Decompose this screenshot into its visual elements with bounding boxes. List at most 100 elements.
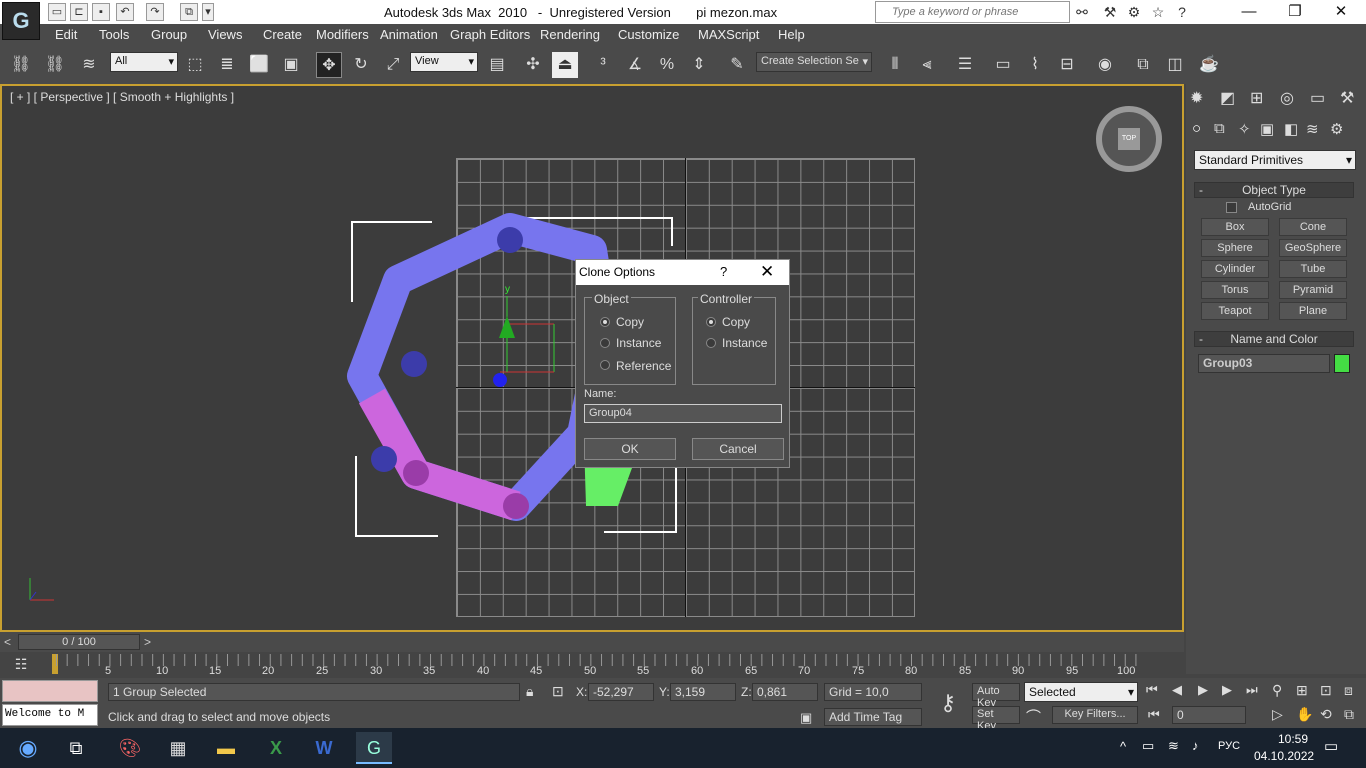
object-instance-radio[interactable] [600,338,610,348]
auto-key-button[interactable]: Auto Key [972,683,1020,709]
cameras-icon[interactable]: ▣ [1260,120,1274,138]
controller-instance-radio[interactable] [706,338,716,348]
tube-button[interactable]: Tube [1279,260,1347,278]
input-language[interactable]: РУС [1218,740,1240,752]
name-and-color-rollout[interactable]: - Name and Color [1194,331,1354,347]
time-slider-thumb[interactable]: 0 / 100 [18,634,140,650]
graphite-ribbon-icon[interactable]: ▭ [990,52,1016,78]
pan-view-icon[interactable]: ✋ [1296,706,1313,723]
layer-manager-icon[interactable]: ☰ [952,52,978,78]
zoom-extents-icon[interactable]: ⊡ [1320,682,1332,699]
teapot-button[interactable]: Teapot [1201,302,1269,320]
percent-snap-icon[interactable]: % [654,52,680,78]
menu-animation[interactable]: Animation [380,27,438,42]
utilities-tab-icon[interactable]: ⚒ [1340,88,1354,108]
z-coord-field[interactable]: 0,861 [752,683,818,701]
orbit-icon[interactable]: ⟲ [1320,706,1332,723]
field-of-view-icon[interactable]: ▷ [1272,706,1283,723]
dialog-help-button[interactable]: ? [720,264,727,279]
time-slider[interactable]: < 0 / 100 > [0,632,1184,652]
geometry-icon[interactable]: ○ [1192,120,1201,137]
motion-tab-icon[interactable]: ◎ [1280,88,1294,108]
ok-button[interactable]: OK [584,438,676,460]
time-slider-prev-icon[interactable]: < [4,635,11,649]
material-editor-icon[interactable]: ◉ [1092,52,1118,78]
rendered-frame-window-icon[interactable]: ◫ [1162,52,1188,78]
controller-copy-label[interactable]: Copy [722,315,750,329]
viewcube[interactable]: TOP [1096,106,1162,172]
word-app-icon[interactable]: W [306,732,342,764]
manipulate-icon[interactable]: ✣ [520,52,546,78]
maximize-viewport-icon[interactable]: ⧉ [1344,706,1354,723]
maxscript-mini-listener-top[interactable] [2,680,98,702]
select-by-name-icon[interactable]: ≣ [214,52,240,78]
communication-icon[interactable]: ⚙ [1124,2,1144,22]
object-name-field[interactable]: Group03 [1198,354,1330,373]
help-icon[interactable]: ? [1172,2,1192,22]
window-crossing-icon[interactable]: ▣ [278,52,304,78]
show-hidden-icons[interactable]: ^ [1120,739,1126,754]
absolute-mode-icon[interactable]: ⊡ [552,683,564,700]
save-file-icon[interactable]: ▪ [92,3,110,21]
pivot-center-icon[interactable]: ▤ [484,52,510,78]
select-and-rotate-icon[interactable]: ↻ [348,52,374,78]
zoom-extents-all-icon[interactable]: ⧈ [1344,682,1353,699]
keyword-search-input[interactable] [876,2,1069,22]
angle-snap-icon[interactable]: ∡ [622,52,648,78]
task-view-icon[interactable]: ⧉ [58,732,94,764]
x-coord-field[interactable]: -52,297 [588,683,654,701]
favorites-star-icon[interactable]: ☆ [1148,2,1168,22]
new-file-icon[interactable]: ▭ [48,3,66,21]
time-tag-icon[interactable]: ▣ [800,710,812,726]
bind-space-warp-icon[interactable]: ≋ [76,52,102,78]
render-production-teapot-icon[interactable]: ☕ [1196,52,1222,78]
lights-icon[interactable]: ✧ [1238,120,1251,138]
menu-edit[interactable]: Edit [55,27,77,42]
named-selection-dropdown[interactable]: Create Selection Se ▾ [756,52,872,72]
y-coord-field[interactable]: 3,159 [670,683,736,701]
cancel-button[interactable]: Cancel [692,438,784,460]
autogrid-label[interactable]: AutoGrid [1248,201,1291,213]
viewport-label[interactable]: [ + ] [ Perspective ] [ Smooth + Highlig… [10,90,234,104]
torus-button[interactable]: Torus [1201,281,1269,299]
plane-button[interactable]: Plane [1279,302,1347,320]
object-copy-label[interactable]: Copy [616,315,644,329]
clock-time[interactable]: 10:59 [1278,732,1308,746]
add-time-tag[interactable]: Add Time Tag [824,708,922,726]
menu-rendering[interactable]: Rendering [540,27,600,42]
controller-instance-label[interactable]: Instance [722,336,767,350]
snaps-toggle-icon[interactable]: ³ [590,52,616,78]
rectangular-selection-icon[interactable]: ⬜ [246,52,272,78]
calculator-app-icon[interactable]: ▦ [160,732,196,764]
volume-icon[interactable]: ♪ [1192,738,1199,753]
object-reference-label[interactable]: Reference [616,359,671,373]
network-icon[interactable]: ≋ [1168,738,1179,754]
menu-group[interactable]: Group [151,27,187,42]
menu-views[interactable]: Views [208,27,242,42]
menu-tools[interactable]: Tools [99,27,129,42]
select-and-move-icon[interactable]: ✥ [316,52,342,78]
spinner-snap-icon[interactable]: ⇕ [686,52,712,78]
object-color-swatch[interactable] [1334,354,1350,373]
subscription-icon[interactable]: ⚒ [1100,2,1120,22]
menu-maxscript[interactable]: MAXScript [698,27,759,42]
object-type-rollout[interactable]: - Object Type [1194,182,1354,198]
unlink-icon[interactable]: ⛓ [42,52,68,78]
key-filters-button[interactable]: Key Filters... [1052,706,1138,724]
space-warps-icon[interactable]: ≋ [1306,120,1319,138]
close-window-button[interactable]: ✕ [1318,0,1364,24]
keyword-search-box[interactable] [875,1,1070,23]
cylinder-button[interactable]: Cylinder [1201,260,1269,278]
open-file-icon[interactable]: ⊏ [70,3,88,21]
hierarchy-tab-icon[interactable]: ⊞ [1250,88,1263,108]
selection-filter-dropdown[interactable]: All ▾ [110,52,178,72]
default-in-out-tangent-icon[interactable]: ⌒ [1026,706,1041,727]
systems-icon[interactable]: ⚙ [1330,120,1343,138]
next-frame-icon[interactable]: ▶ [1222,682,1232,698]
object-copy-radio[interactable] [600,317,610,327]
sphere-button[interactable]: Sphere [1201,239,1269,257]
dialog-title-bar[interactable]: Clone Options ? ✕ [576,260,789,285]
zoom-all-icon[interactable]: ⊞ [1296,682,1308,699]
menu-modifiers[interactable]: Modifiers [316,27,369,42]
selection-lock-icon[interactable]: 🔒︎ [526,683,533,700]
